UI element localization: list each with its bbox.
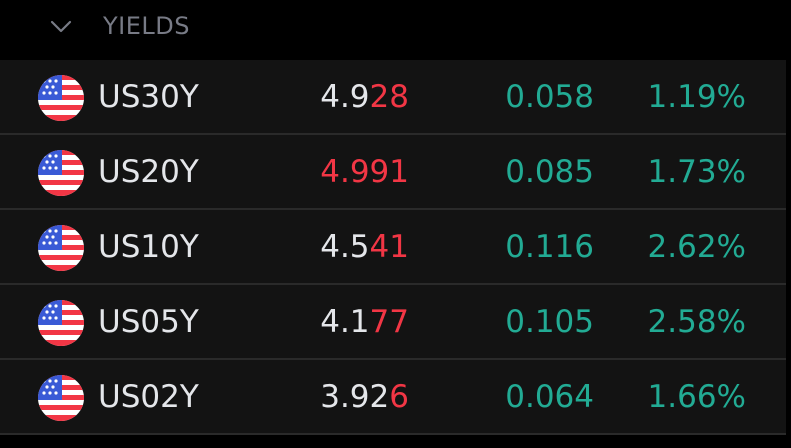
change-percent: 1.19% [647, 79, 746, 115]
us-flag-icon [38, 375, 84, 421]
last-price-changed-digits: 77 [369, 304, 409, 340]
last-price-base: 4.9 [320, 79, 370, 115]
last-price: 4.928 [320, 78, 409, 116]
symbol[interactable]: US02Y [98, 378, 199, 416]
us-flag-icon [38, 75, 84, 121]
last-price-changed-digits: 6 [389, 379, 409, 415]
change-percent: 1.73% [647, 154, 746, 190]
last-price-base: 4.1 [320, 304, 370, 340]
symbol[interactable]: US20Y [98, 153, 199, 191]
symbol[interactable]: US30Y [98, 78, 199, 116]
chevron-down-icon[interactable] [47, 12, 75, 40]
change-value: 0.085 [505, 154, 594, 190]
last-price: 4.991 [320, 153, 409, 191]
change-percent: 2.58% [647, 304, 746, 340]
yields-list: US30Y 4.928 0.058 1.19% US20Y 4.991 0.08… [0, 60, 791, 435]
list-item-us30y[interactable]: US30Y 4.928 0.058 1.19% [0, 60, 786, 135]
section-header-yields[interactable]: YIELDS [0, 0, 791, 58]
list-item-us05y[interactable]: US05Y 4.177 0.105 2.58% [0, 285, 786, 360]
change-value: 0.116 [505, 229, 594, 265]
change-value: 0.064 [505, 379, 594, 415]
last-price: 4.541 [320, 228, 409, 266]
panel-divider [786, 0, 791, 448]
last-price: 3.926 [320, 378, 409, 416]
last-price-changed-digits: 41 [369, 229, 409, 265]
last-price-changed-digits: 4.991 [320, 154, 409, 190]
change-percent: 1.66% [647, 379, 746, 415]
yields-watchlist-panel: YIELDS US30Y 4.928 0.058 1.19% US20Y 4.9… [0, 0, 791, 448]
section-title: YIELDS [103, 12, 190, 40]
list-item-us02y[interactable]: US02Y 3.926 0.064 1.66% [0, 360, 786, 435]
last-price: 4.177 [320, 303, 409, 341]
last-price-changed-digits: 28 [369, 79, 409, 115]
symbol[interactable]: US10Y [98, 228, 199, 266]
last-price-base: 3.92 [320, 379, 390, 415]
change-value: 0.058 [505, 79, 594, 115]
list-item-us10y[interactable]: US10Y 4.541 0.116 2.62% [0, 210, 786, 285]
list-item-us20y[interactable]: US20Y 4.991 0.085 1.73% [0, 135, 786, 210]
change-value: 0.105 [505, 304, 594, 340]
symbol[interactable]: US05Y [98, 303, 199, 341]
us-flag-icon [38, 225, 84, 271]
change-percent: 2.62% [647, 229, 746, 265]
us-flag-icon [38, 300, 84, 346]
us-flag-icon [38, 150, 84, 196]
last-price-base: 4.5 [320, 229, 370, 265]
